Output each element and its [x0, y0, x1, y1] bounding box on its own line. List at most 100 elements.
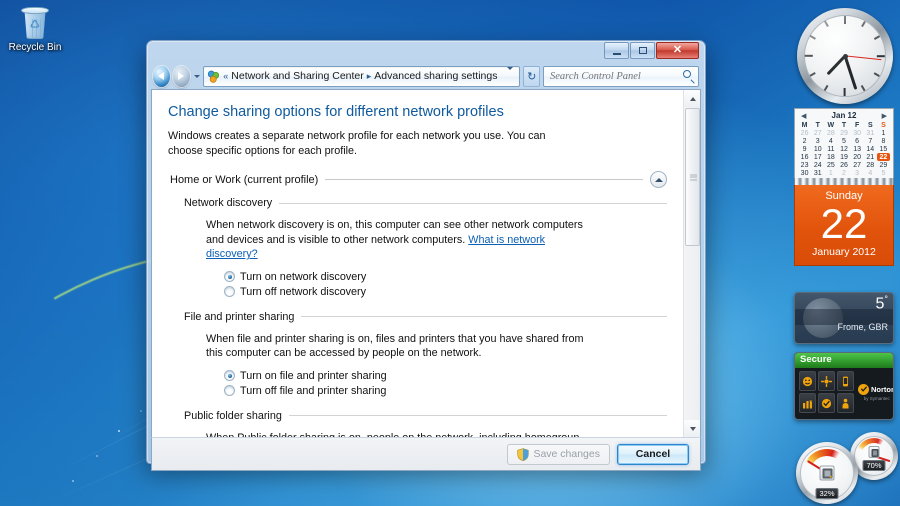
calendar-day[interactable]: 12: [837, 145, 850, 153]
calendar-day[interactable]: 26: [798, 129, 811, 137]
vertical-scrollbar[interactable]: [683, 90, 700, 437]
gadget-norton-security[interactable]: Secure Norton by Symantec: [794, 352, 894, 420]
radio-turn-off-file-printer-sharing[interactable]: Turn off file and printer sharing: [224, 384, 667, 398]
calendar-day[interactable]: 9: [798, 145, 811, 153]
calendar-day[interactable]: 21: [864, 153, 877, 161]
calendar-day[interactable]: 1: [877, 129, 890, 137]
calendar-prev-button[interactable]: ◀: [801, 112, 806, 120]
wallpaper-sparkle: [72, 480, 74, 482]
gadget-weather[interactable]: 5° Frome, GBR: [794, 292, 894, 344]
section-description-text: When Public folder sharing is on, people…: [206, 432, 579, 438]
calendar-week-row: 9 10 11 12 13 14 15: [798, 145, 890, 153]
calendar-day[interactable]: 2: [837, 169, 850, 177]
radio-turn-off-network-discovery[interactable]: Turn off network discovery: [224, 285, 667, 299]
radio-icon[interactable]: [224, 385, 235, 396]
calendar-day[interactable]: 29: [837, 129, 850, 137]
norton-settings-icon[interactable]: [818, 371, 835, 391]
calendar-day[interactable]: 27: [811, 129, 824, 137]
search-box[interactable]: [543, 65, 700, 87]
section-description: When Public folder sharing is on, people…: [206, 431, 588, 438]
calendar-day[interactable]: 25: [824, 161, 837, 169]
scrollbar-thumb[interactable]: [685, 108, 700, 246]
calendar-day[interactable]: 7: [864, 137, 877, 145]
calendar-week-row: 30 31 1 2 3 4 5: [798, 169, 890, 177]
breadcrumb-dropdown[interactable]: [503, 67, 517, 82]
scroll-down-button[interactable]: [684, 420, 700, 437]
back-button[interactable]: [153, 65, 170, 87]
calendar-day[interactable]: 31: [864, 129, 877, 137]
recent-pages-dropdown[interactable]: [193, 66, 200, 87]
calendar-day[interactable]: 27: [851, 161, 864, 169]
norton-scan-icon[interactable]: [799, 371, 816, 391]
minimize-button[interactable]: [604, 42, 629, 59]
calendar-day[interactable]: 6: [851, 137, 864, 145]
calendar-day[interactable]: 15: [877, 145, 890, 153]
radio-icon-selected[interactable]: [224, 271, 235, 282]
calendar-day[interactable]: 28: [864, 161, 877, 169]
radio-turn-on-network-discovery[interactable]: Turn on network discovery: [224, 270, 667, 284]
cancel-button[interactable]: Cancel: [617, 443, 689, 465]
chevron-down-icon: [193, 74, 200, 78]
calendar-day[interactable]: 3: [811, 137, 824, 145]
recycle-bin-label: Recycle Bin: [8, 42, 62, 53]
calendar-day[interactable]: 30: [851, 129, 864, 137]
calendar-day-selected[interactable]: 22: [876, 153, 890, 161]
breadcrumb-overflow[interactable]: «: [223, 71, 228, 81]
gadget-clock[interactable]: [794, 8, 896, 110]
scroll-up-button[interactable]: [684, 90, 700, 107]
desktop: ♺ Recycle Bin ✕ « Network and Sharing Ce…: [0, 0, 900, 506]
calendar-day[interactable]: 19: [837, 153, 850, 161]
calendar-day[interactable]: 1: [824, 169, 837, 177]
calendar-day[interactable]: 13: [851, 145, 864, 153]
gadget-cpu-meter[interactable]: 70% 32%: [792, 428, 898, 504]
calendar-day[interactable]: 3: [851, 169, 864, 177]
calendar-day[interactable]: 11: [824, 145, 837, 153]
profile-collapse-button[interactable]: [650, 171, 667, 188]
calendar-day[interactable]: 28: [824, 129, 837, 137]
clock-tick: [843, 16, 847, 56]
memory-usage-label: 70%: [862, 460, 886, 471]
radio-turn-on-file-printer-sharing[interactable]: Turn on file and printer sharing: [224, 369, 667, 383]
calendar-day[interactable]: 17: [811, 153, 824, 161]
save-changes-button[interactable]: Save changes: [507, 443, 610, 465]
calendar-day[interactable]: 30: [798, 169, 811, 177]
calendar-day[interactable]: 31: [811, 169, 824, 177]
calendar-day[interactable]: 4: [864, 169, 877, 177]
radio-icon-selected[interactable]: [224, 370, 235, 381]
calendar-day[interactable]: 5: [877, 169, 890, 177]
calendar-day[interactable]: 26: [837, 161, 850, 169]
window-titlebar[interactable]: ✕: [151, 41, 701, 63]
gadget-calendar[interactable]: ◀ Jan 12 ▶ MTWTFSS 26 27 28 29 30 31 1 2 3 4 5 6 7 8 9…: [794, 108, 894, 266]
norton-mobile-icon[interactable]: [837, 371, 854, 391]
norton-performance-icon[interactable]: [799, 393, 816, 413]
calendar-day[interactable]: 5: [837, 137, 850, 145]
desktop-icon-recycle-bin[interactable]: ♺ Recycle Bin: [4, 6, 66, 54]
calendar-day[interactable]: 18: [824, 153, 837, 161]
calendar-next-button[interactable]: ▶: [882, 112, 887, 120]
forward-button[interactable]: [172, 65, 190, 87]
calendar-day[interactable]: 8: [877, 137, 890, 145]
search-input[interactable]: [550, 70, 684, 82]
breadcrumb-item-network-sharing-center[interactable]: Network and Sharing Center: [231, 70, 364, 82]
norton-identity-icon[interactable]: [837, 393, 854, 413]
norton-check-icon[interactable]: [818, 393, 835, 413]
calendar-day[interactable]: 16: [798, 153, 811, 161]
radio-icon[interactable]: [224, 286, 235, 297]
profile-header[interactable]: Home or Work (current profile): [170, 171, 667, 188]
calendar-day[interactable]: 29: [877, 161, 890, 169]
calendar-week-row: 26 27 28 29 30 31 1: [798, 129, 890, 137]
calendar-day[interactable]: 14: [864, 145, 877, 153]
close-button[interactable]: ✕: [656, 42, 699, 59]
refresh-button[interactable]: ↻: [523, 65, 541, 87]
clock-face: [797, 8, 893, 104]
calendar-day[interactable]: 2: [798, 137, 811, 145]
breadcrumb-item-advanced-sharing-settings[interactable]: Advanced sharing settings: [374, 70, 497, 82]
maximize-button[interactable]: [630, 42, 655, 59]
calendar-day[interactable]: 24: [811, 161, 824, 169]
calendar-day[interactable]: 4: [824, 137, 837, 145]
calendar-day[interactable]: 10: [811, 145, 824, 153]
calendar-weekday: T: [841, 121, 847, 129]
calendar-day[interactable]: 23: [798, 161, 811, 169]
calendar-day[interactable]: 20: [851, 153, 864, 161]
breadcrumb[interactable]: « Network and Sharing Center ▸ Advanced …: [203, 65, 521, 87]
